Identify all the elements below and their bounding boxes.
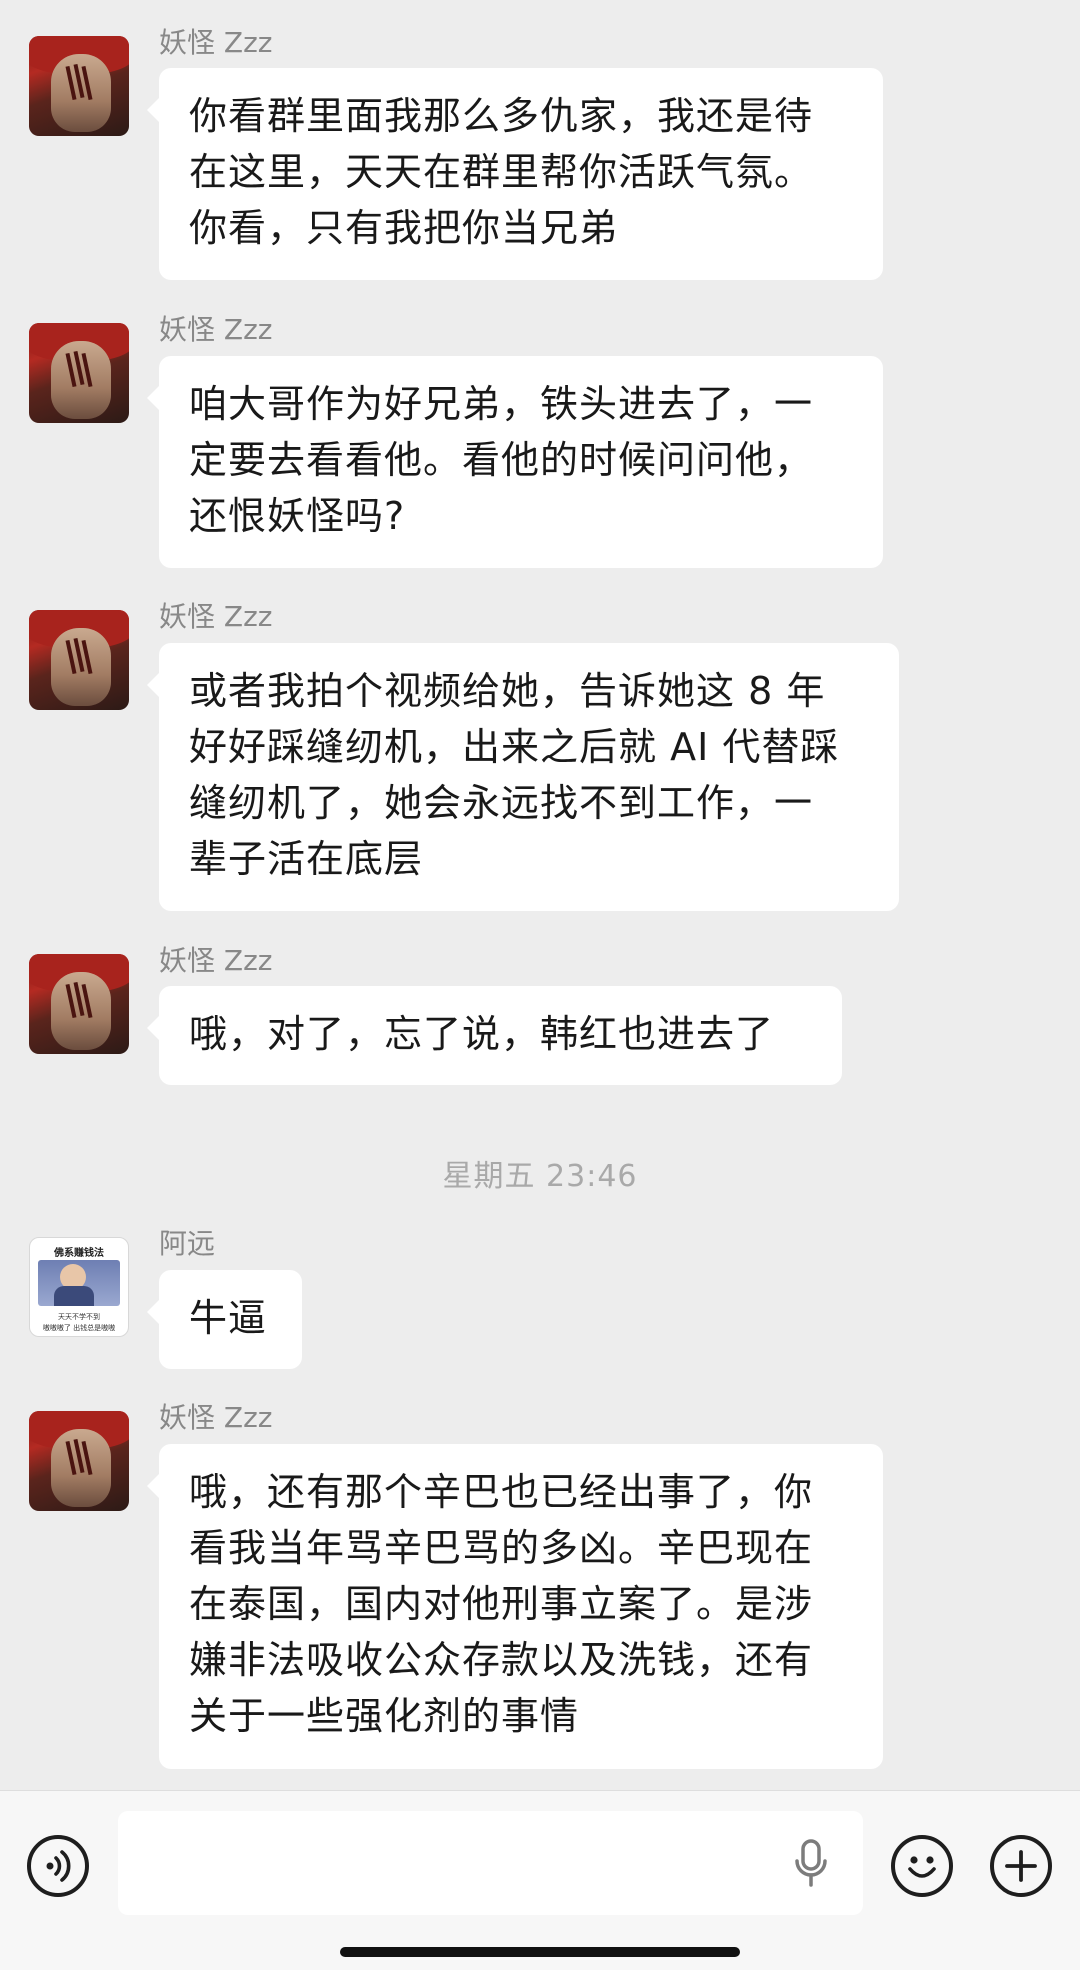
message-line: 哦，还有那个辛巴也已经出事了，你 [189, 1470, 814, 1514]
message-line: 咱大哥作为好兄弟，铁头进去了，一 [189, 382, 814, 426]
message-bubble[interactable]: 哦，对了，忘了说，韩红也进去了 [147, 986, 842, 1085]
timestamp: 星期五 23:46 [442, 1159, 638, 1194]
plus-button[interactable] [990, 1835, 1052, 1897]
message-line: 关于一些强化剂的事情 [189, 1694, 580, 1738]
sender-name: 阿远 [159, 1227, 216, 1260]
avatar[interactable] [29, 610, 129, 710]
message-input[interactable] [118, 1811, 863, 1915]
message-line: 在这里，天天在群里帮你活跃气氛。 [189, 150, 814, 194]
input-bar [0, 1790, 1080, 1970]
message-line: 好好踩缝纫机，出来之后就 AI 代替踩 [189, 725, 840, 769]
message-line: 你看群里面我那么多仇家，我还是待 [189, 94, 814, 138]
emoji-icon [908, 1856, 936, 1878]
voice-button[interactable] [27, 1835, 89, 1897]
sender-name: 妖怪 Zzz [159, 313, 273, 346]
message-line: 还恨妖怪吗? [189, 494, 406, 538]
microphone-icon[interactable] [793, 1839, 829, 1889]
message-line: 哦，对了，忘了说，韩红也进去了 [189, 1012, 775, 1056]
sender-name: 妖怪 Zzz [159, 1401, 273, 1434]
message-line: 嫌非法吸收公众存款以及洗钱，还有 [189, 1638, 814, 1682]
message-line: 在泰国，国内对他刑事立案了。是涉 [189, 1582, 814, 1626]
chat-history[interactable]: 妖怪 Zzz 你看群里面我那么多仇家，我还是待 在这里，天天在群里帮你活跃气氛。… [0, 0, 1080, 1790]
avatar[interactable] [29, 1411, 129, 1511]
avatar[interactable] [29, 36, 129, 136]
avatar-body [54, 1286, 94, 1306]
sender-name: 妖怪 Zzz [159, 944, 273, 977]
message-line: 定要去看看他。看他的时候问问他， [189, 438, 814, 482]
message-line: 缝纫机了，她会永远找不到工作，一 [189, 781, 814, 825]
sender-name: 妖怪 Zzz [159, 26, 273, 59]
emoji-button[interactable] [891, 1835, 953, 1897]
avatar-caption: 天天不学不到 [58, 1313, 100, 1321]
voice-icon [46, 1850, 71, 1882]
sender-name: 妖怪 Zzz [159, 600, 273, 633]
avatar[interactable] [29, 323, 129, 423]
message-bubble[interactable]: 牛逼 [147, 1270, 302, 1369]
message-line: 看我当年骂辛巴骂的多凶。辛巴现在 [189, 1526, 814, 1570]
message-bubble[interactable]: 你看群里面我那么多仇家，我还是待 在这里，天天在群里帮你活跃气氛。 你看，只有我… [147, 68, 883, 280]
avatar[interactable] [29, 954, 129, 1054]
message-line: 辈子活在底层 [189, 837, 424, 881]
message-line: 或者我拍个视频给她，告诉她这 8 年 [189, 669, 826, 713]
message-line: 牛逼 [189, 1296, 268, 1340]
avatar[interactable]: 佛系赚钱法 天天不学不到 嗷嗷嗷了 出钱总是嗷嗷 [29, 1237, 129, 1337]
message-bubble[interactable]: 或者我拍个视频给她，告诉她这 8 年 好好踩缝纫机，出来之后就 AI 代替踩 缝… [147, 643, 899, 911]
message-bubble[interactable]: 哦，还有那个辛巴也已经出事了，你 看我当年骂辛巴骂的多凶。辛巴现在 在泰国，国内… [147, 1444, 883, 1769]
plus-icon [1005, 1850, 1037, 1882]
avatar-title: 佛系赚钱法 [54, 1248, 104, 1259]
home-indicator [340, 1947, 740, 1957]
avatar-caption: 嗷嗷嗷了 出钱总是嗷嗷 [42, 1324, 116, 1332]
message-line: 你看，只有我把你当兄弟 [189, 206, 619, 250]
message-bubble[interactable]: 咱大哥作为好兄弟，铁头进去了，一 定要去看看他。看他的时候问问他， 还恨妖怪吗? [147, 356, 883, 568]
